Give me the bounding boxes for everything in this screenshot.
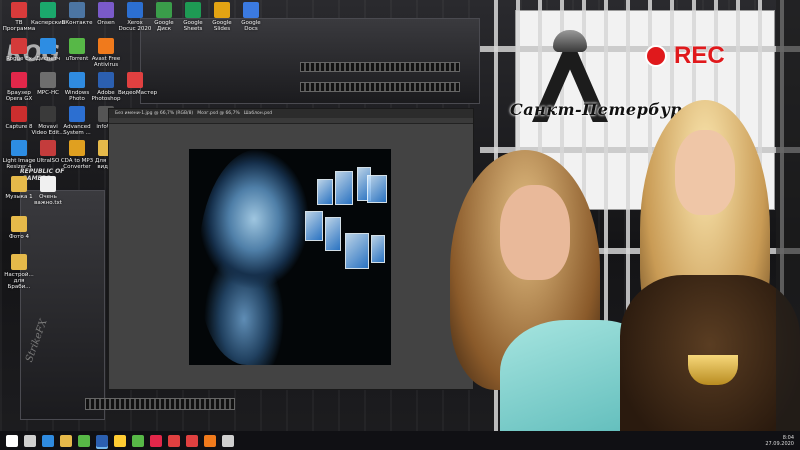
resize-icon — [11, 140, 27, 156]
wallpaper-pci-slot — [85, 398, 235, 410]
desktop-icon[interactable]: Настрой... для Браби... — [2, 254, 36, 290]
movavi-icon — [40, 106, 56, 122]
torrent-icon — [69, 38, 85, 54]
music-icon — [69, 140, 85, 156]
wallpaper-slot — [300, 82, 460, 92]
capture-icon[interactable] — [78, 434, 90, 447]
folder-icon — [11, 216, 27, 232]
app-icon — [11, 38, 27, 54]
sheets-icon — [185, 2, 201, 18]
desktop-icon-label: Настрой... для Браби... — [4, 272, 34, 290]
folder-icon — [11, 254, 27, 270]
text-file-icon — [40, 176, 56, 192]
start-icon[interactable] — [6, 434, 18, 447]
document-tab[interactable]: Без имени-1.jpg @ 66,7% (RGB/8) — [115, 111, 193, 116]
floating-panel — [305, 211, 323, 241]
app-icon — [40, 38, 56, 54]
torrent-icon[interactable] — [132, 434, 144, 447]
edge-icon[interactable] — [42, 434, 54, 447]
head-illustration — [199, 149, 319, 365]
avast-icon[interactable] — [204, 434, 216, 447]
chrome-icon[interactable] — [114, 434, 126, 447]
search-icon[interactable] — [24, 434, 36, 447]
floating-panel — [335, 171, 353, 205]
tv-icon — [11, 2, 27, 18]
desktop-icon[interactable]: Очень важно.txt — [31, 176, 65, 206]
document-tabs: Без имени-1.jpg @ 66,7% (RGB/8) Мозг.psd… — [109, 109, 473, 118]
folder-icon — [11, 176, 27, 192]
desktop-icon[interactable]: Google Docs — [234, 2, 268, 32]
options-bar — [109, 118, 473, 124]
avast-icon — [98, 38, 114, 54]
rec-label: REC — [674, 42, 725, 69]
floating-panel — [371, 235, 385, 263]
player-icon[interactable] — [168, 434, 180, 447]
floating-panel — [367, 175, 387, 203]
docs-icon — [243, 2, 259, 18]
desktop-icon[interactable]: Avast Free Antivirus — [89, 38, 123, 68]
player-icon — [40, 72, 56, 88]
taskbar: 8:04 27.09.2020 — [0, 431, 800, 450]
system-tray[interactable]: 8:04 27.09.2020 — [765, 435, 800, 447]
dome-cap — [553, 30, 587, 52]
disc-icon — [40, 140, 56, 156]
slides-icon — [214, 2, 230, 18]
document-tab[interactable]: Шаблон.psd — [244, 111, 272, 116]
right-edge-strip — [776, 0, 800, 450]
opera-icon — [11, 72, 27, 88]
record-dot-icon — [645, 45, 667, 67]
floating-panel — [317, 179, 333, 205]
mail-icon[interactable] — [222, 434, 234, 447]
figure-right-face — [675, 130, 735, 215]
floating-panel — [345, 233, 369, 269]
ps-icon — [98, 72, 114, 88]
video-icon — [127, 72, 143, 88]
photoshop-window[interactable]: Без имени-1.jpg @ 66,7% (RGB/8) Мозг.psd… — [108, 108, 474, 390]
rec-indicator: REC — [645, 42, 725, 70]
desktop-screen: ROG REPUBLIC OF GAMERS StrikeFX ТВ Прогр… — [0, 0, 800, 450]
desktop-icon-label: Avast Free Antivirus — [91, 56, 121, 68]
document-tab[interactable]: Мозг.psd @ 66,7% — [197, 111, 240, 116]
figure-right — [620, 100, 800, 450]
desktop-icon[interactable]: ВидеоМастер — [118, 72, 158, 96]
floating-panel — [325, 217, 341, 251]
date[interactable]: 27.09.2020 — [765, 441, 794, 447]
photoshop-icon[interactable] — [96, 434, 108, 447]
desktop-icon-label: Очень важно.txt — [34, 194, 62, 206]
wallpaper-slot — [300, 62, 460, 72]
desktop-icon-label: Google Docs — [241, 20, 261, 32]
explorer-icon[interactable] — [60, 434, 72, 447]
desktop-icon[interactable]: Фото 4 — [2, 216, 36, 240]
figure-left-face — [500, 185, 570, 280]
taskbar-apps — [0, 434, 234, 447]
video-icon[interactable] — [186, 434, 198, 447]
app-icon — [98, 2, 114, 18]
capture-icon — [11, 106, 27, 122]
asc-icon — [69, 106, 85, 122]
vk-icon — [69, 2, 85, 18]
drive-icon — [156, 2, 172, 18]
desktop-icon-label: ВидеоМастер — [118, 90, 158, 96]
photo-icon — [69, 72, 85, 88]
document-canvas[interactable] — [189, 149, 391, 365]
desktop-icon-label: Фото 4 — [9, 234, 29, 240]
opera-icon[interactable] — [150, 434, 162, 447]
shield-icon — [40, 2, 56, 18]
figure-right-top — [688, 355, 738, 385]
doc-icon — [127, 2, 143, 18]
